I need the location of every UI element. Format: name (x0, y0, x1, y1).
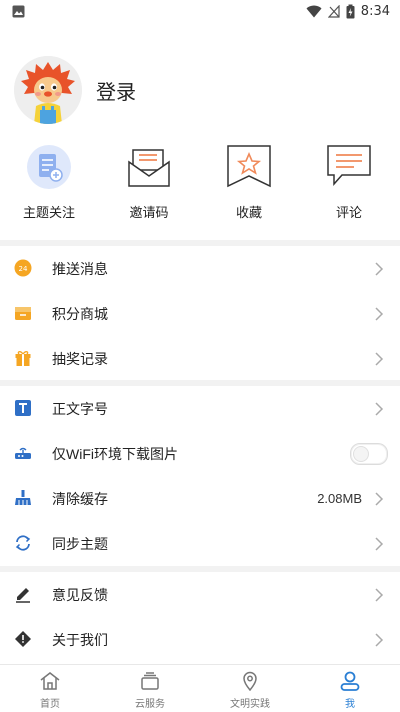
chevron-right-icon (374, 536, 384, 551)
status-time: 8:34 (360, 4, 390, 19)
location-pin-icon (243, 671, 257, 691)
chevron-right-icon (374, 306, 384, 321)
status-bar: 8:34 (0, 0, 400, 24)
menu-wifi-only-images: 仅WiFi环境下载图片 (0, 431, 400, 476)
battery-charging-icon (346, 4, 355, 19)
chevron-right-icon (374, 587, 384, 602)
menu-clear-cache[interactable]: 清除缓存 2.08MB (0, 476, 400, 521)
cloud-service-icon (141, 672, 159, 690)
menu-label: 正文字号 (52, 400, 108, 417)
tab-home[interactable]: 首页 (0, 671, 100, 710)
menu-about-us[interactable]: 关于我们 (0, 617, 400, 662)
quick-favorites[interactable]: 收藏 (204, 142, 294, 221)
gift-icon (14, 349, 32, 367)
image-icon (12, 5, 25, 18)
info-diamond-icon (14, 630, 32, 648)
menu-label: 同步主题 (52, 535, 108, 552)
quick-label: 评论 (335, 205, 362, 220)
font-size-icon (14, 399, 32, 417)
menu-lottery-records[interactable]: 抽奖记录 (0, 336, 400, 381)
quick-label: 邀请码 (129, 205, 169, 220)
menu-font-size[interactable]: 正文字号 (0, 386, 400, 431)
wifi-only-toggle[interactable] (350, 443, 388, 465)
points-mall-icon (14, 304, 32, 322)
login-label[interactable]: 登录 (96, 76, 136, 105)
person-icon (340, 671, 360, 691)
quick-comments[interactable]: 评论 (304, 142, 394, 221)
sync-icon (14, 534, 32, 552)
tab-me[interactable]: 我 (300, 671, 400, 710)
push-badge-icon: 24 (14, 259, 32, 277)
no-signal-icon (327, 5, 340, 18)
quick-topic-follow[interactable]: 主题关注 (4, 142, 94, 221)
svg-text:24: 24 (19, 265, 28, 273)
menu-feedback[interactable]: 意见反馈 (0, 572, 400, 617)
quick-label: 主题关注 (22, 205, 75, 220)
tab-label: 云服务 (135, 699, 165, 710)
menu-label: 推送消息 (52, 260, 108, 277)
bottom-tab-bar: 首页 云服务 文明实践 我 (0, 664, 400, 712)
topic-follow-icon (24, 142, 74, 192)
quick-label: 收藏 (235, 205, 262, 220)
menu-push-messages[interactable]: 24 推送消息 (0, 246, 400, 291)
avatar[interactable] (14, 56, 82, 124)
router-icon (14, 444, 32, 462)
pencil-icon (14, 585, 32, 603)
star-bookmark-icon (224, 142, 274, 192)
tab-civilization-practice[interactable]: 文明实践 (200, 671, 300, 710)
menu-label: 积分商城 (52, 305, 108, 322)
menu-sync-topics[interactable]: 同步主题 (0, 521, 400, 566)
comment-bubble-icon (324, 142, 374, 192)
chevron-right-icon (374, 491, 384, 506)
chevron-right-icon (374, 632, 384, 647)
tab-label: 文明实践 (230, 699, 270, 710)
profile-header[interactable]: 登录 (14, 56, 136, 124)
menu-label: 关于我们 (52, 631, 108, 648)
invite-envelope-icon (124, 142, 174, 192)
toggle-knob (353, 446, 369, 462)
lion-mascot-avatar (14, 56, 82, 124)
chevron-right-icon (374, 351, 384, 366)
chevron-right-icon (374, 261, 384, 276)
tab-label: 我 (345, 699, 355, 710)
menu-label: 仅WiFi环境下载图片 (52, 445, 178, 462)
wifi-icon (306, 5, 322, 18)
quick-invite-code[interactable]: 邀请码 (104, 142, 194, 221)
home-icon (40, 672, 60, 690)
broom-icon (14, 489, 32, 507)
tab-label: 首页 (40, 699, 60, 710)
menu-label: 清除缓存 (52, 490, 108, 507)
cache-size-value: 2.08MB (317, 491, 362, 506)
menu-label: 意见反馈 (52, 586, 108, 603)
menu-points-mall[interactable]: 积分商城 (0, 291, 400, 336)
quick-actions: 主题关注 邀请码 收藏 评论 (0, 142, 400, 226)
chevron-right-icon (374, 401, 384, 416)
menu-label: 抽奖记录 (52, 350, 108, 367)
tab-cloud-service[interactable]: 云服务 (100, 671, 200, 710)
